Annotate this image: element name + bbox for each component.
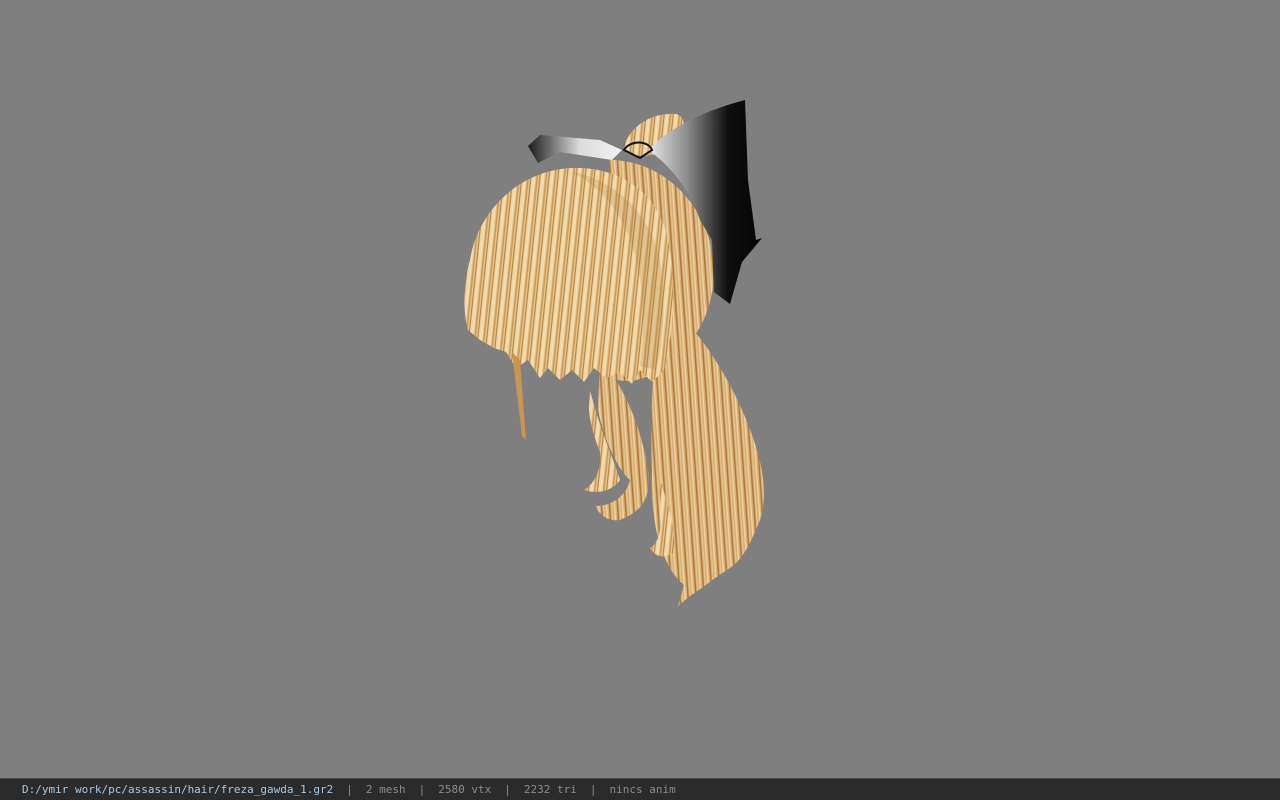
hair-model: [464, 100, 764, 606]
status-separator: |: [418, 783, 426, 796]
anim-status-label: nincs anim: [609, 783, 676, 796]
mesh-count-label: 2 mesh: [365, 783, 406, 796]
vertex-count-label: 2580 vtx: [438, 783, 492, 796]
ribbon-left-wing: [528, 135, 622, 163]
status-separator: |: [589, 783, 597, 796]
status-separator: |: [504, 783, 511, 796]
status-bar: D:/ymir work/pc/assassin/hair/freza_gawd…: [0, 778, 1280, 800]
file-path-label: D:/ymir work/pc/assassin/hair/freza_gawd…: [22, 783, 334, 796]
3d-viewport[interactable]: [0, 0, 1280, 778]
triangle-count-label: 2232 tri: [523, 783, 577, 796]
stray-strand: [512, 352, 526, 440]
status-separator: |: [346, 783, 353, 796]
